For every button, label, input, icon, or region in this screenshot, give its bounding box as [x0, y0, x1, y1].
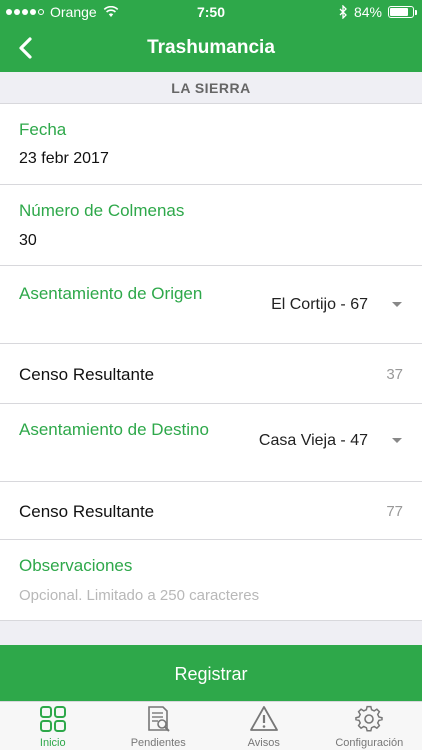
censo-origen-row: Censo Resultante 37 — [0, 344, 422, 404]
destino-value: Casa Vieja - 47 — [258, 432, 368, 449]
censo-destino-value: 77 — [386, 503, 403, 520]
tab-label: Configuración — [335, 737, 404, 749]
observaciones-label: Observaciones — [19, 556, 133, 575]
tab-label: Avisos — [247, 737, 280, 749]
document-search-icon — [148, 706, 170, 732]
fecha-value: 23 febr 2017 — [19, 150, 109, 167]
origen-select[interactable]: Asentamiento de Origen El Cortijo - 67 — [0, 266, 422, 344]
chevron-down-icon — [392, 438, 402, 443]
tab-inicio[interactable]: Inicio — [0, 702, 106, 750]
status-bar: Orange 7:50 84% — [0, 0, 422, 24]
destino-select[interactable]: Asentamiento de Destino Casa Vieja - 47 — [0, 404, 422, 482]
section-header: LA SIERRA — [0, 72, 422, 104]
fecha-field[interactable]: Fecha 23 febr 2017 — [0, 104, 422, 185]
colmenas-label: Número de Colmenas — [19, 201, 185, 220]
tab-configuracion[interactable]: Configuración — [317, 702, 422, 750]
censo-destino-label: Censo Resultante — [19, 502, 155, 521]
page-title: Trashumancia — [147, 37, 275, 58]
battery-percentage: 84% — [353, 4, 382, 20]
tab-pendientes[interactable]: Pendientes — [106, 702, 212, 750]
censo-origen-value: 37 — [386, 366, 403, 383]
gear-icon — [355, 705, 383, 732]
status-right: 84% — [339, 4, 417, 20]
registrar-button[interactable]: Registrar — [0, 645, 422, 701]
destino-label: Asentamiento de Destino — [19, 420, 209, 439]
colmenas-value: 30 — [19, 232, 37, 249]
battery-icon — [388, 6, 417, 18]
censo-origen-label: Censo Resultante — [19, 365, 155, 384]
bluetooth-icon — [339, 5, 347, 19]
censo-destino-row: Censo Resultante 77 — [0, 482, 422, 540]
chevron-down-icon — [392, 302, 402, 307]
fecha-label: Fecha — [19, 120, 67, 139]
grid-icon — [39, 706, 66, 732]
origen-value: El Cortijo - 67 — [271, 296, 368, 313]
origen-label: Asentamiento de Origen — [19, 284, 203, 303]
observaciones-field[interactable]: Observaciones Opcional. Limitado a 250 c… — [0, 540, 422, 621]
tab-bar: Inicio Pendientes Avisos Configuración — [0, 701, 422, 750]
tab-label: Inicio — [39, 737, 66, 749]
warning-icon — [249, 706, 278, 731]
colmenas-field[interactable]: Número de Colmenas 30 — [0, 185, 422, 266]
tab-avisos[interactable]: Avisos — [211, 702, 317, 750]
navigation-bar: Trashumancia — [0, 24, 422, 72]
tab-label: Pendientes — [130, 737, 186, 749]
observaciones-input[interactable]: Opcional. Limitado a 250 caracteres — [19, 587, 259, 604]
